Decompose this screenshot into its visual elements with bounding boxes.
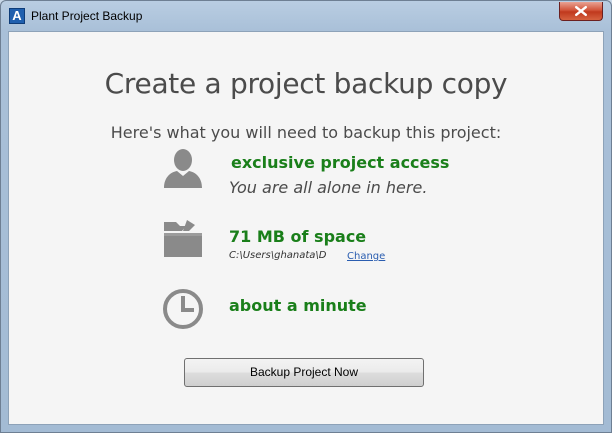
folder-icon — [164, 220, 202, 257]
window-title: Plant Project Backup — [31, 9, 143, 23]
close-icon — [574, 5, 588, 17]
title-bar[interactable]: A Plant Project Backup — [1, 1, 611, 31]
clock-icon — [163, 289, 203, 329]
time-requirement-title: about a minute — [229, 296, 367, 315]
dialog-content: Create a project backup copy Here's what… — [8, 31, 604, 425]
backup-window: A Plant Project Backup Create a project … — [0, 0, 612, 433]
page-title: Create a project backup copy — [104, 67, 508, 100]
backup-project-now-button[interactable]: Backup Project Now — [184, 358, 424, 387]
space-requirement-title: 71 MB of space — [229, 227, 367, 246]
autodesk-app-icon: A — [9, 8, 25, 24]
access-requirement-title: exclusive project access — [231, 153, 450, 172]
close-button[interactable] — [559, 2, 603, 21]
change-path-link[interactable]: Change — [347, 251, 385, 262]
requirements-intro: Here's what you will need to backup this… — [110, 123, 502, 142]
user-icon — [164, 149, 202, 188]
access-requirement-subtitle: You are all alone in here. — [229, 178, 428, 197]
backup-path: C:\Users\ghanata\D — [229, 250, 327, 261]
